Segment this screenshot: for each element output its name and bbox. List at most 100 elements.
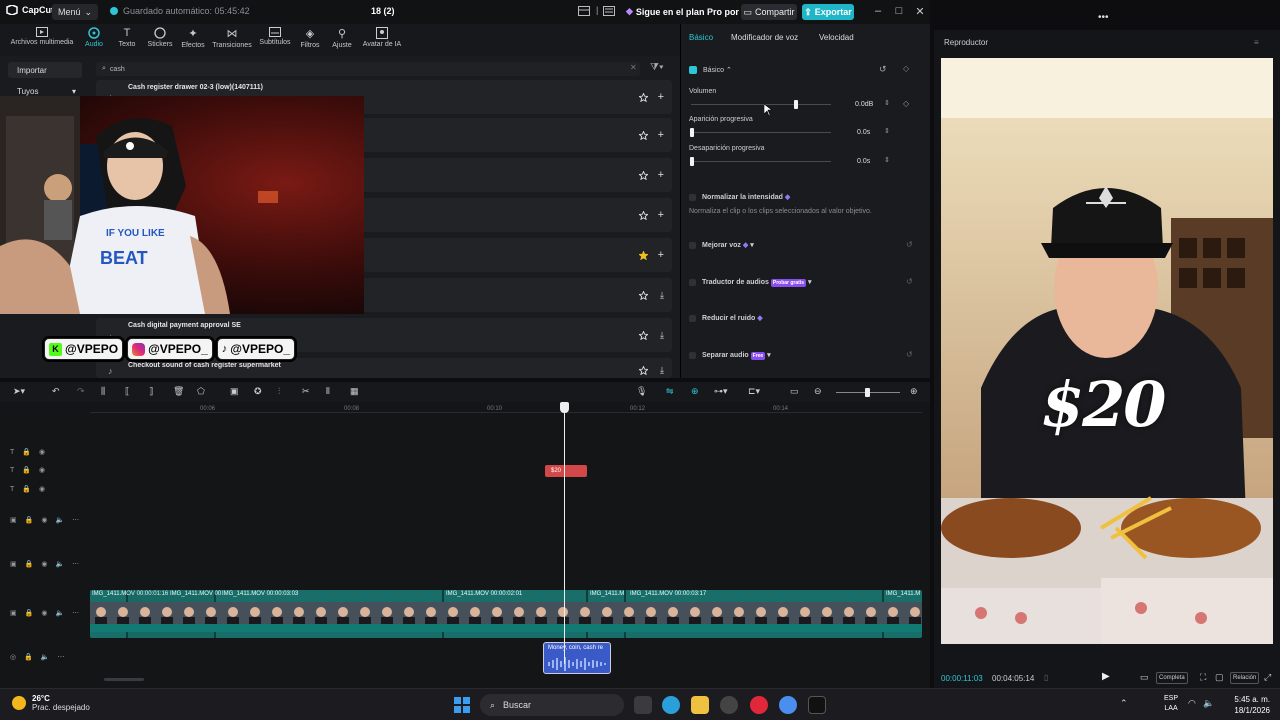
tool-effects[interactable]: ✦ Efectos [179, 27, 207, 53]
keyframe-icon[interactable]: ◇ [903, 99, 909, 108]
eye-icon[interactable]: ◉ [41, 560, 47, 568]
reset-icon[interactable]: ↺ [879, 64, 887, 75]
more-icon[interactable]: ⋯ [72, 609, 79, 617]
normalize-checkbox[interactable] [689, 194, 696, 201]
stepper-icon[interactable]: ⇕ [884, 156, 890, 164]
star-icon[interactable] [639, 131, 648, 140]
windows-start-icon[interactable] [454, 697, 470, 713]
add-icon[interactable]: + [658, 210, 664, 221]
lock-icon[interactable]: 🔒 [25, 609, 34, 617]
text-clip[interactable]: $20 [545, 465, 587, 477]
focus-icon[interactable]: ⛶ [1200, 672, 1206, 683]
fade-out-slider-handle[interactable] [690, 157, 694, 166]
add-icon[interactable]: + [658, 170, 664, 181]
star-icon[interactable] [639, 291, 648, 300]
reset-icon[interactable]: ↺ [906, 240, 913, 249]
add-icon[interactable]: + [658, 92, 664, 103]
fade-out-slider[interactable] [691, 161, 831, 162]
minimize-icon[interactable]: – [871, 4, 885, 18]
screen-icon[interactable]: ▭ [790, 386, 799, 397]
more-icon[interactable]: ⋯ [72, 516, 79, 524]
undo-icon[interactable]: ↶ [52, 386, 60, 397]
taskbar-search[interactable]: ⌕ Buscar [480, 694, 624, 716]
audio-beat-icon[interactable]: ⫶ [278, 386, 280, 397]
download-icon[interactable]: ⤓ [660, 366, 664, 375]
reset-icon[interactable]: ↺ [906, 277, 913, 286]
crop-icon[interactable]: ▭ [1140, 672, 1149, 683]
fade-in-value[interactable]: 0.0s [857, 129, 870, 136]
lock-icon[interactable]: 🔒 [25, 560, 34, 568]
track-icon[interactable]: ⊏▾ [748, 386, 760, 397]
system-clock[interactable]: 5:45 a. m. 18/1/2026 [1234, 694, 1270, 716]
more-icon[interactable]: ⋯ [58, 653, 65, 661]
audio-clip[interactable]: Money, coin, cash re [543, 642, 611, 674]
caption-icon[interactable]: ▦ [350, 386, 359, 397]
enhance-voice-checkbox[interactable] [689, 242, 696, 249]
tab-speed[interactable]: Velocidad [819, 33, 854, 42]
noise-reduction-checkbox[interactable] [689, 315, 696, 322]
more-icon[interactable]: ⋯ [72, 560, 79, 568]
aspect-ratio-button[interactable]: Relación [1230, 672, 1260, 684]
tool-text[interactable]: T Texto [114, 27, 140, 53]
clear-search-icon[interactable]: ✕ [630, 63, 637, 72]
speaker-icon[interactable]: 🔈 [1203, 698, 1214, 709]
star-icon[interactable] [639, 366, 648, 375]
layout-icon[interactable] [578, 6, 590, 16]
lock-icon[interactable]: 🔒 [22, 485, 31, 493]
zoom-in-icon[interactable]: ⊕ [910, 386, 918, 397]
microphone-icon[interactable]: 🎙 [636, 386, 647, 397]
link-icon[interactable]: ⇋ [666, 386, 674, 397]
add-icon[interactable]: + [658, 250, 664, 261]
auto-cut-icon[interactable]: ✂ [302, 386, 310, 397]
menu-icon[interactable]: ≡ [1254, 38, 1259, 47]
preview-axis-icon[interactable]: ⊶▾ [714, 386, 728, 397]
timeline-scrollbar[interactable] [104, 678, 144, 681]
lock-icon[interactable]: 🔒 [25, 516, 34, 524]
volume-slider[interactable] [691, 104, 831, 105]
eye-icon[interactable]: ◉ [41, 516, 47, 524]
keyframe-icon[interactable]: ◇ [903, 64, 909, 73]
star-icon[interactable] [639, 171, 648, 180]
volume-icon[interactable]: 🔈 [55, 609, 64, 617]
sidebar-item-import[interactable]: Importar [8, 62, 82, 78]
capcut-taskbar-icon[interactable] [808, 696, 826, 714]
waveform-icon[interactable]: ⫴ [326, 386, 330, 397]
tab-basic[interactable]: Básico [689, 33, 713, 42]
download-icon[interactable]: ⤓ [660, 291, 664, 300]
wifi-icon[interactable]: ◠ [1188, 698, 1196, 709]
aspect-icon[interactable]: ▢ [1215, 672, 1224, 683]
add-icon[interactable]: + [658, 130, 664, 141]
tray-chevron-icon[interactable]: ⌃ [1120, 698, 1128, 709]
maximize-icon[interactable]: □ [892, 4, 906, 18]
weather-widget[interactable]: 26°C Prac. despejado [12, 694, 90, 712]
fade-in-slider-handle[interactable] [690, 128, 694, 137]
filter-icon[interactable]: ⧩▾ [650, 62, 664, 73]
delete-icon[interactable]: 🗑 [173, 386, 184, 397]
browser-icon[interactable] [779, 696, 797, 714]
playhead-handle[interactable] [560, 402, 569, 413]
lock-icon[interactable]: 🔒 [22, 448, 31, 456]
file-explorer-icon[interactable] [691, 696, 709, 714]
tool-stickers[interactable]: Stickers [145, 27, 175, 53]
zoom-out-icon[interactable]: ⊖ [814, 386, 822, 397]
stepper-icon[interactable]: ⇕ [884, 99, 890, 107]
obs-icon[interactable] [720, 696, 738, 714]
crop-clip-icon[interactable]: ▣ [230, 386, 239, 397]
download-icon[interactable]: ⤓ [660, 331, 664, 340]
close-icon[interactable]: ✕ [913, 4, 927, 18]
fullscreen-icon[interactable]: ⤢ [1264, 672, 1271, 683]
redo-icon[interactable]: ↷ [77, 386, 85, 397]
tool-transitions[interactable]: ⋈ Transiciones [210, 27, 254, 53]
zoom-slider-handle[interactable] [865, 388, 870, 397]
marker-icon[interactable]: ⬠ [197, 386, 205, 397]
fade-out-value[interactable]: 0.0s [857, 158, 870, 165]
timeline[interactable]: 00:06 00:08 00:10 00:12 00:14 T 🔒 ◉ T 🔒 ◉ T 🔒… [0, 402, 930, 688]
eye-icon[interactable]: ◉ [39, 485, 45, 493]
tool-subtitles[interactable]: Subtítulos [257, 27, 293, 53]
split-left-icon[interactable]: ⟦ [125, 386, 129, 397]
fade-in-slider[interactable] [691, 132, 831, 133]
tab-voice-modifier[interactable]: Modificador de voz [731, 33, 798, 42]
play-icon[interactable]: ▶ [1102, 671, 1110, 682]
share-button[interactable]: ▭ Compartir [741, 4, 797, 20]
basic-checkbox[interactable] [689, 66, 697, 74]
